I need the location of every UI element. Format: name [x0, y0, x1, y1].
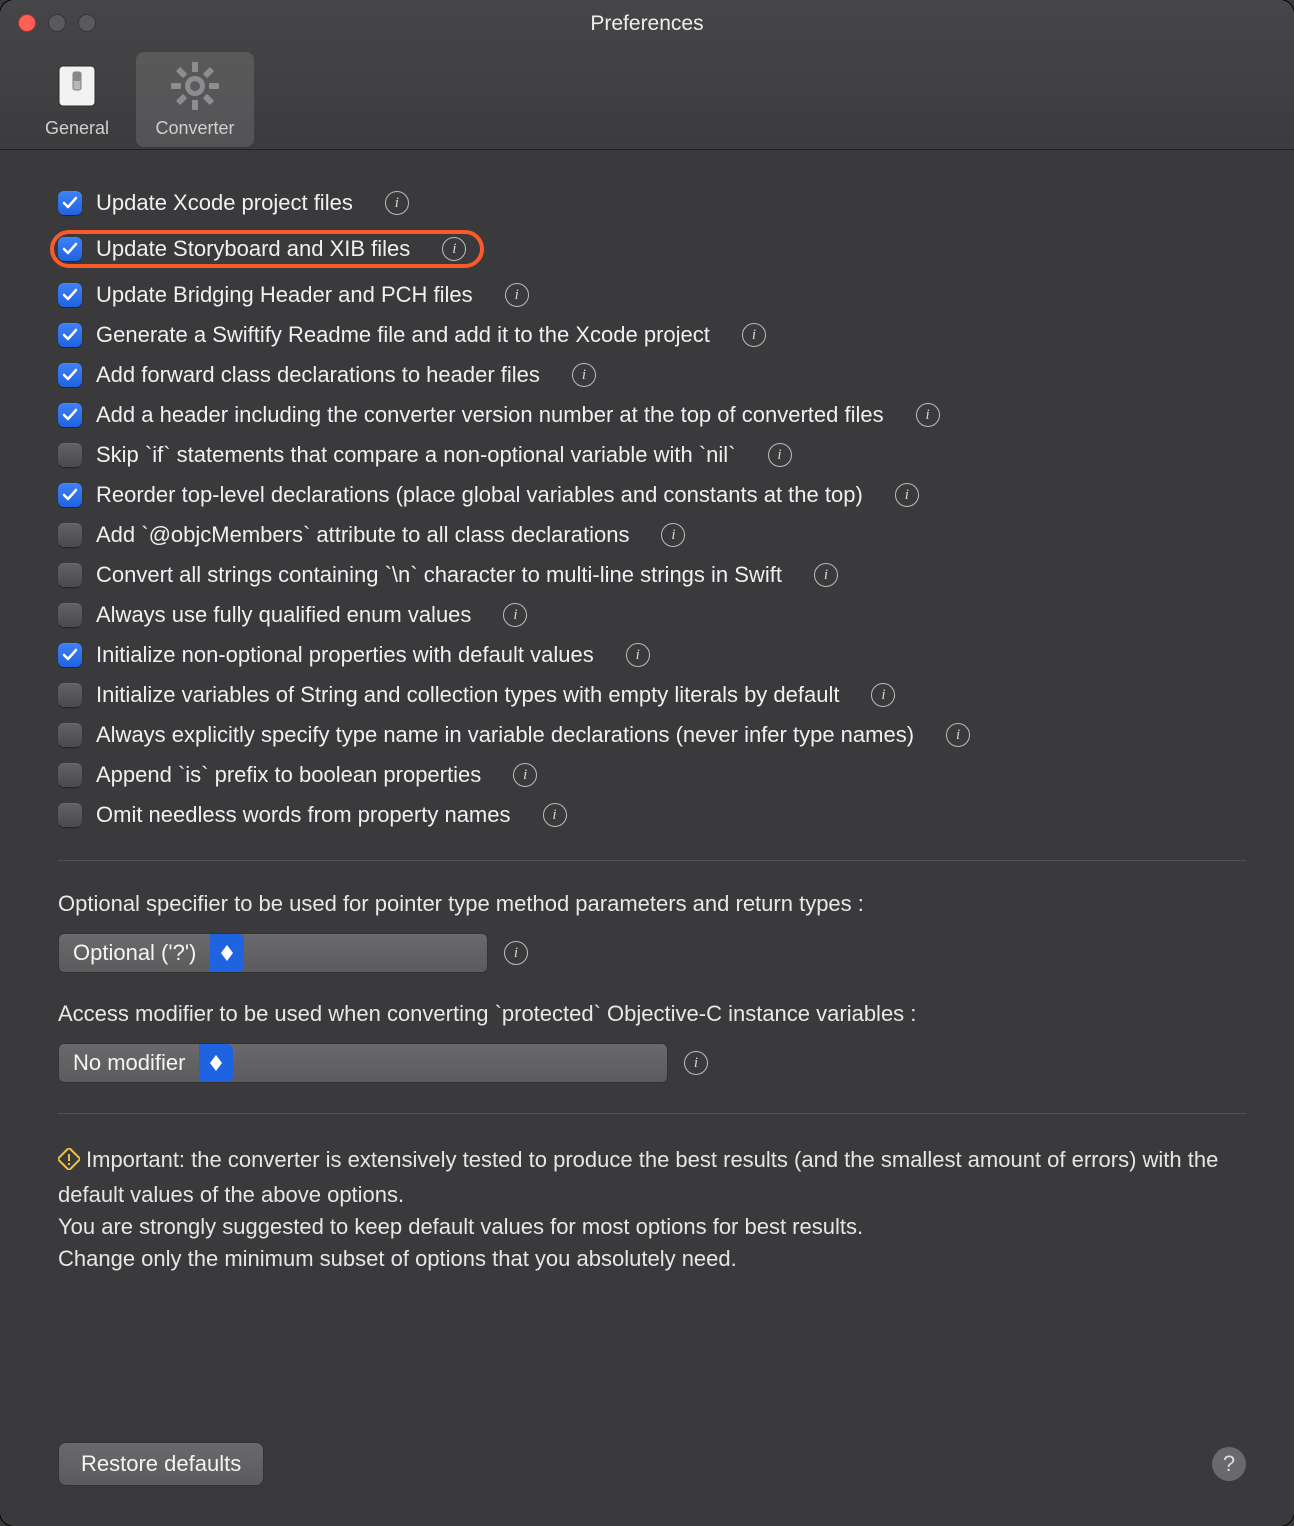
option-checkbox[interactable]: [58, 803, 82, 827]
option-label: Append `is` prefix to boolean properties: [96, 762, 481, 788]
option-checkbox[interactable]: [58, 283, 82, 307]
info-icon[interactable]: i: [442, 237, 466, 261]
info-icon[interactable]: i: [385, 191, 409, 215]
option-row: Generate a Swiftify Readme file and add …: [58, 320, 1246, 350]
highlighted-option: Update Storyboard and XIB files i: [50, 230, 484, 268]
option-label: Add `@objcMembers` attribute to all clas…: [96, 522, 629, 548]
option-row: Reorder top-level declarations (place gl…: [58, 480, 1246, 510]
info-icon[interactable]: i: [504, 941, 528, 965]
option-checkbox[interactable]: [58, 603, 82, 627]
info-icon[interactable]: i: [916, 403, 940, 427]
note-line3: Change only the minimum subset of option…: [58, 1246, 737, 1271]
gear-icon: [167, 58, 223, 114]
option-row: Always explicitly specify type name in v…: [58, 720, 1246, 750]
optional-specifier-row: Optional ('?') i: [58, 933, 1246, 973]
option-row: Add `@objcMembers` attribute to all clas…: [58, 520, 1246, 550]
option-label: Update Storyboard and XIB files: [96, 236, 410, 262]
option-checkbox[interactable]: [58, 483, 82, 507]
separator: [58, 1113, 1246, 1114]
info-icon[interactable]: i: [742, 323, 766, 347]
option-checkbox[interactable]: [58, 443, 82, 467]
warning-icon: [58, 1147, 80, 1179]
option-checkbox[interactable]: [58, 763, 82, 787]
chevron-updown-icon: [210, 934, 244, 972]
note-line2: You are strongly suggested to keep defau…: [58, 1214, 863, 1239]
option-checkbox[interactable]: [58, 563, 82, 587]
preferences-window: Preferences General Converter Update Xco…: [0, 0, 1294, 1526]
option-label: Reorder top-level declarations (place gl…: [96, 482, 863, 508]
info-icon[interactable]: i: [814, 563, 838, 587]
option-label: Omit needless words from property names: [96, 802, 511, 828]
switch-icon: [49, 58, 105, 114]
option-label: Update Xcode project files: [96, 190, 353, 216]
info-icon[interactable]: i: [684, 1051, 708, 1075]
option-label: Initialize non-optional properties with …: [96, 642, 594, 668]
optional-specifier-label: Optional specifier to be used for pointe…: [58, 891, 1246, 917]
option-row: Skip `if` statements that compare a non-…: [58, 440, 1246, 470]
select-value: Optional ('?'): [73, 940, 196, 966]
toolbar-item-converter[interactable]: Converter: [136, 52, 254, 147]
option-label: Initialize variables of String and colle…: [96, 682, 839, 708]
note-lead: Important: the converter is extensively …: [58, 1147, 1218, 1207]
option-row: Update Bridging Header and PCH files i: [58, 280, 1246, 310]
info-icon[interactable]: i: [871, 683, 895, 707]
info-icon[interactable]: i: [946, 723, 970, 747]
separator: [58, 860, 1246, 861]
option-label: Convert all strings containing `\n` char…: [96, 562, 782, 588]
titlebar: Preferences General Converter: [0, 0, 1294, 150]
option-label: Add forward class declarations to header…: [96, 362, 540, 388]
info-icon[interactable]: i: [661, 523, 685, 547]
access-modifier-select[interactable]: No modifier: [58, 1043, 668, 1083]
option-label: Always use fully qualified enum values: [96, 602, 471, 628]
option-row: Update Xcode project files i: [58, 188, 1246, 218]
option-row: Add forward class declarations to header…: [58, 360, 1246, 390]
options-list: Update Xcode project filesiUpdate Storyb…: [58, 188, 1246, 830]
option-checkbox[interactable]: [58, 723, 82, 747]
window-title: Preferences: [0, 12, 1294, 36]
option-row: Update Storyboard and XIB files i: [58, 228, 1246, 270]
toolbar-item-general[interactable]: General: [18, 52, 136, 147]
access-modifier-label: Access modifier to be used when converti…: [58, 1001, 1246, 1027]
option-checkbox[interactable]: [58, 323, 82, 347]
footer: Restore defaults ?: [58, 1442, 1246, 1486]
important-note: Important: the converter is extensively …: [58, 1144, 1246, 1275]
info-icon[interactable]: i: [626, 643, 650, 667]
optional-specifier-select[interactable]: Optional ('?'): [58, 933, 488, 973]
option-row: Initialize variables of String and colle…: [58, 680, 1246, 710]
option-row: Omit needless words from property names i: [58, 800, 1246, 830]
option-checkbox[interactable]: [58, 237, 82, 261]
option-checkbox[interactable]: [58, 191, 82, 215]
option-label: Always explicitly specify type name in v…: [96, 722, 914, 748]
access-modifier-row: No modifier i: [58, 1043, 1246, 1083]
toolbar-item-label: Converter: [155, 118, 234, 138]
info-icon[interactable]: i: [543, 803, 567, 827]
info-icon[interactable]: i: [895, 483, 919, 507]
toolbar: General Converter: [18, 52, 254, 147]
content: Update Xcode project filesiUpdate Storyb…: [0, 150, 1294, 1526]
restore-defaults-button[interactable]: Restore defaults: [58, 1442, 264, 1486]
option-label: Generate a Swiftify Readme file and add …: [96, 322, 710, 348]
option-checkbox[interactable]: [58, 523, 82, 547]
option-label: Update Bridging Header and PCH files: [96, 282, 473, 308]
option-label: Add a header including the converter ver…: [96, 402, 884, 428]
option-row: Convert all strings containing `\n` char…: [58, 560, 1246, 590]
info-icon[interactable]: i: [572, 363, 596, 387]
option-row: Initialize non-optional properties with …: [58, 640, 1246, 670]
option-row: Add a header including the converter ver…: [58, 400, 1246, 430]
option-checkbox[interactable]: [58, 683, 82, 707]
option-row: Append `is` prefix to boolean properties…: [58, 760, 1246, 790]
option-row: Always use fully qualified enum values i: [58, 600, 1246, 630]
info-icon[interactable]: i: [505, 283, 529, 307]
info-icon[interactable]: i: [513, 763, 537, 787]
select-value: No modifier: [73, 1050, 185, 1076]
option-checkbox[interactable]: [58, 403, 82, 427]
toolbar-item-label: General: [45, 118, 109, 138]
info-icon[interactable]: i: [503, 603, 527, 627]
option-label: Skip `if` statements that compare a non-…: [96, 442, 736, 468]
help-button[interactable]: ?: [1212, 1447, 1246, 1481]
option-checkbox[interactable]: [58, 643, 82, 667]
option-checkbox[interactable]: [58, 363, 82, 387]
info-icon[interactable]: i: [768, 443, 792, 467]
chevron-updown-icon: [199, 1044, 233, 1082]
